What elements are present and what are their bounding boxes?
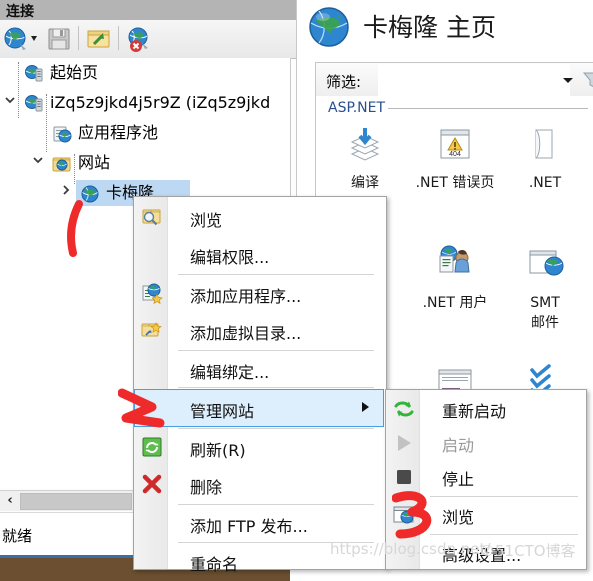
menu-item-edit-permissions[interactable]: 编辑权限...	[135, 236, 384, 273]
menu-item-label: 添加虚拟目录...	[190, 324, 302, 343]
toolbar-separator-1	[78, 26, 79, 50]
menu-item-label: 添加应用程序...	[190, 287, 302, 306]
watermark-csdn: https://blog.csdn.net/	[330, 540, 491, 558]
feature-dotnet-profile[interactable]: .NET	[502, 124, 588, 192]
filter-bar: 筛选:	[315, 62, 593, 98]
smtp-email-icon	[522, 250, 568, 292]
compilation-icon	[342, 128, 388, 172]
browse-folder-icon	[141, 206, 163, 228]
tree-item-label: 应用程序池	[78, 123, 159, 142]
menu-item-label: 刷新(R)	[190, 441, 246, 460]
submenu-separator	[430, 496, 578, 497]
connections-toolbar	[0, 20, 296, 59]
submenu-item-label: 启动	[442, 436, 475, 455]
submenu-item-start: 启动	[387, 426, 584, 460]
menu-item-label: 删除	[190, 478, 223, 497]
tree-guide	[74, 154, 75, 184]
submenu-item-browse[interactable]: 浏览	[387, 498, 584, 532]
refresh-icon	[141, 436, 163, 458]
watermark-51cto: ©51CTO博客	[480, 542, 576, 560]
menu-item-label: 管理网站	[190, 402, 255, 421]
feature-label: .NET	[528, 175, 562, 191]
add-virtual-directory-icon	[141, 319, 163, 341]
menu-item-delete[interactable]: 删除	[135, 466, 384, 503]
sites-folder-icon	[52, 154, 72, 174]
menu-item-add-application[interactable]: 添加应用程序...	[135, 275, 384, 312]
feature-compilation[interactable]: 编译	[322, 124, 408, 192]
feature-label: 编译	[351, 175, 379, 191]
chevron-down-icon[interactable]	[2, 88, 18, 118]
scrollbar-thumb[interactable]	[20, 493, 132, 510]
menu-item-add-virtual-directory[interactable]: 添加虚拟目录...	[135, 312, 384, 349]
section-label-aspnet: ASP.NET	[328, 100, 386, 116]
globe-dropdown-icon[interactable]	[2, 24, 42, 54]
context-menu[interactable]: 浏览 编辑权限... 添加应用程序... 添加虚拟目录... 编辑绑定... 管…	[133, 196, 387, 574]
menu-item-label: 添加 FTP 发布...	[190, 517, 308, 536]
filter-label: 筛选:	[326, 73, 362, 91]
dotnet-error-pages-icon: 404	[432, 129, 478, 172]
tree-item-label: 起始页	[50, 63, 99, 82]
feature-smtp-email[interactable]: SMT 邮件	[502, 244, 588, 332]
scroll-left-arrow-icon[interactable]: ‹	[2, 492, 18, 509]
submenu-arrow-icon	[362, 402, 369, 412]
menu-item-label: 编辑权限...	[190, 248, 270, 267]
filter-input[interactable]	[378, 64, 570, 98]
svg-text:404: 404	[449, 151, 461, 158]
menu-item-label: 编辑绑定...	[190, 363, 270, 382]
tree-guide	[18, 62, 19, 118]
feature-dotnet-users[interactable]: .NET 用户	[412, 244, 498, 312]
connect-folder-icon[interactable]	[84, 24, 114, 54]
submenu-item-stop[interactable]: 停止	[387, 460, 584, 494]
chevron-down-icon[interactable]	[30, 148, 46, 178]
page-header: 卡梅隆 主页	[297, 0, 593, 58]
submenu-item-label: 停止	[442, 470, 475, 489]
menu-item-add-ftp-publishing[interactable]: 添加 FTP 发布...	[135, 505, 384, 542]
start-page-icon	[24, 64, 44, 84]
submenu-separator	[430, 534, 578, 535]
submenu-item-restart[interactable]: 重新启动	[387, 392, 584, 426]
start-play-icon	[393, 432, 415, 454]
add-application-icon	[141, 282, 163, 304]
menu-item-refresh[interactable]: 刷新(R)	[135, 429, 384, 466]
feature-label-wrap: 邮件	[531, 315, 559, 331]
tree-item-label: iZq5z9jkd4j5r9Z (iZq5z9jkd	[50, 93, 271, 112]
browse-window-icon	[393, 504, 415, 526]
save-disk-icon	[44, 24, 74, 54]
disconnect-globe-icon[interactable]	[124, 24, 154, 54]
menu-item-label: 浏览	[190, 211, 223, 230]
stop-square-icon	[393, 466, 415, 488]
website-globe-icon	[80, 184, 100, 204]
chevron-right-icon[interactable]	[58, 178, 74, 208]
tree-item-label: 网站	[78, 153, 111, 172]
status-text: 就绪	[2, 527, 33, 545]
menu-separator	[178, 387, 374, 388]
connections-title: 连接	[6, 4, 34, 20]
dotnet-profile-icon	[522, 129, 568, 172]
funnel-icon[interactable]	[581, 69, 593, 91]
feature-label: .NET 用户	[422, 295, 488, 311]
chevron-down-icon[interactable]	[562, 75, 574, 85]
feature-label: .NET 错误页	[415, 175, 495, 191]
section-rule	[388, 108, 588, 109]
restart-icon	[393, 398, 415, 420]
feature-label: SMT	[530, 295, 560, 311]
globe-icon	[307, 5, 351, 49]
menu-item-label: 重命名	[190, 555, 239, 574]
menu-item-browse[interactable]: 浏览	[135, 199, 384, 236]
app-pool-icon	[52, 124, 72, 144]
feature-dotnet-error-pages[interactable]: 404 .NET 错误页	[412, 124, 498, 192]
dotnet-users-icon	[432, 245, 478, 292]
toolbar-separator-2	[118, 26, 119, 50]
submenu-item-label: 重新启动	[442, 402, 507, 421]
page-title: 卡梅隆 主页	[363, 13, 496, 42]
tree-guide	[46, 94, 47, 152]
menu-item-edit-bindings[interactable]: 编辑绑定...	[135, 351, 384, 388]
delete-x-icon	[141, 473, 163, 495]
menu-item-manage-website[interactable]: 管理网站	[134, 389, 384, 427]
submenu-item-label: 浏览	[442, 508, 475, 527]
server-icon	[24, 94, 44, 114]
connections-header: 连接	[0, 0, 296, 21]
